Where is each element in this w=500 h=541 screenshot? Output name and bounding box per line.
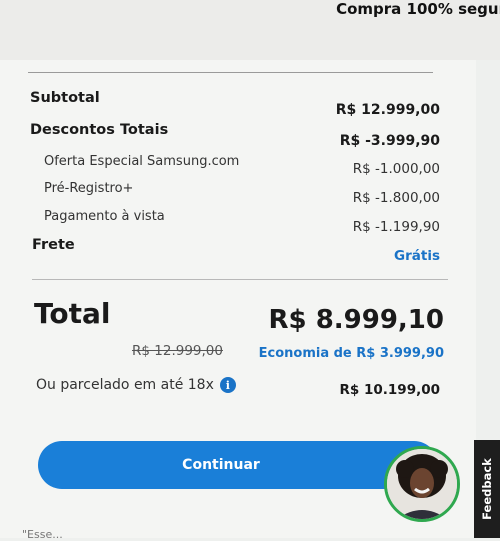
discount-item-label: Pagamento à vista xyxy=(44,209,165,224)
discounts-label: Descontos Totais xyxy=(30,122,169,138)
total-value: R$ 8.999,10 xyxy=(268,305,444,335)
top-divider xyxy=(28,72,433,73)
feedback-tab[interactable]: Feedback xyxy=(474,440,500,538)
installment-label: Ou parcelado em até 18x xyxy=(36,377,214,393)
total-divider xyxy=(32,279,448,280)
discount-item-value: R$ -1.800,00 xyxy=(352,190,440,206)
assistant-avatar[interactable] xyxy=(384,446,460,522)
total-label: Total xyxy=(34,297,111,330)
discount-item-label: Oferta Especial Samsung.com xyxy=(44,154,240,169)
feedback-label: Feedback xyxy=(480,458,494,520)
continue-button[interactable]: Continuar xyxy=(38,441,438,489)
info-icon[interactable]: i xyxy=(219,377,236,393)
installment-value: R$ 10.199,00 xyxy=(339,382,441,398)
secure-purchase-text: Compra 100% segur xyxy=(336,0,500,18)
top-bar: Compra 100% segur xyxy=(0,0,500,60)
savings-text: Economia de R$ 3.999,90 xyxy=(258,346,444,361)
subtotal-value: R$ 12.999,00 xyxy=(335,102,440,118)
original-price: R$ 12.999,00 xyxy=(132,343,223,359)
review-snippet: "Esse... xyxy=(22,528,63,541)
discount-item-label: Pré-Registro+ xyxy=(44,181,134,196)
discounts-value: R$ -3.999,90 xyxy=(339,133,440,149)
shipping-value: Grátis xyxy=(394,248,440,264)
installment-row: Ou parcelado em até 18x i xyxy=(36,377,236,393)
assistant-avatar-icon xyxy=(387,449,457,519)
discount-item-value: R$ -1.000,00 xyxy=(352,161,440,177)
subtotal-label: Subtotal xyxy=(30,90,100,106)
discount-item-value: R$ -1.199,90 xyxy=(352,219,440,235)
shipping-label: Frete xyxy=(32,237,75,253)
